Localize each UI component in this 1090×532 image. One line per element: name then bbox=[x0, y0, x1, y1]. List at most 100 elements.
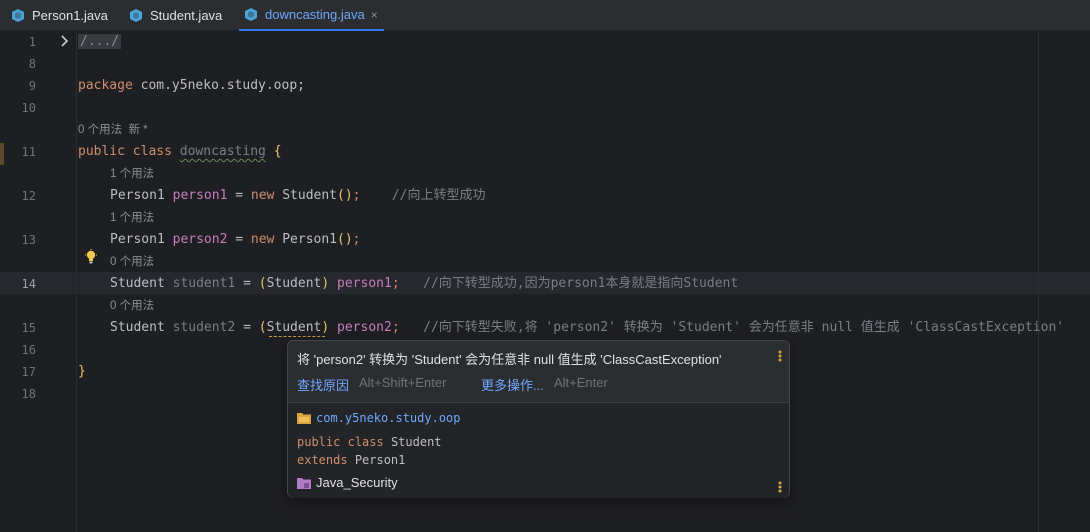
more-actions-shortcut: Alt+Enter bbox=[554, 375, 608, 390]
line-number: 9 bbox=[28, 79, 36, 93]
class-name: Student bbox=[390, 435, 442, 449]
right-margin-guide bbox=[1038, 31, 1039, 532]
popup-documentation: com.y5neko.study.oop public class Studen… bbox=[288, 402, 789, 498]
kebab-icon bbox=[778, 481, 782, 493]
tab-label: downcasting.java bbox=[265, 7, 365, 22]
line-number: 10 bbox=[21, 101, 36, 115]
package-folder-icon bbox=[297, 413, 311, 424]
brace: { bbox=[273, 144, 282, 159]
line-number: 1 bbox=[28, 35, 36, 49]
tab-person1-java[interactable]: Person1.java bbox=[0, 0, 118, 31]
cast-type: Student bbox=[266, 276, 322, 291]
java-file-icon bbox=[130, 9, 142, 22]
comment: //向下转型成功,因为person1本身就是指向Student bbox=[423, 276, 739, 291]
find-cause-link[interactable]: 查找原因 bbox=[297, 375, 349, 394]
variable-name: person1 bbox=[172, 188, 228, 203]
tab-downcasting-java[interactable]: downcasting.java × bbox=[239, 0, 384, 31]
chevron-right-icon bbox=[61, 35, 69, 47]
operator: = bbox=[227, 232, 251, 247]
usage-hint[interactable]: 0 个用法 新 * bbox=[78, 119, 148, 141]
type-name: Student bbox=[110, 276, 165, 291]
tab-label: Student.java bbox=[150, 8, 223, 23]
line-number: 8 bbox=[28, 57, 36, 71]
semicolon: ; bbox=[391, 276, 400, 291]
usage-hint[interactable]: 1 个用法 bbox=[110, 163, 154, 185]
code-line-9[interactable]: package com.y5neko.study.oop; bbox=[78, 75, 305, 97]
tab-label: Person1.java bbox=[32, 8, 108, 23]
line-number: 11 bbox=[21, 145, 36, 159]
comment: //向下转型失败,将 'person2' 转换为 'Student' 会为任意非… bbox=[423, 320, 1065, 335]
class-declaration: public class Student bbox=[297, 435, 442, 449]
variable-name: student2 bbox=[172, 320, 236, 335]
module-folder-icon bbox=[297, 477, 311, 489]
variable-name: student1 bbox=[172, 276, 236, 291]
project-row: Java_Security bbox=[297, 475, 398, 490]
type-name: Student bbox=[110, 320, 165, 335]
popup-header: 将 'person2' 转换为 'Student' 会为任意非 null 值生成… bbox=[288, 341, 789, 402]
keyword: public bbox=[78, 144, 125, 159]
semicolon: ; bbox=[391, 320, 400, 335]
line-number: 12 bbox=[21, 189, 36, 203]
semicolon: ; bbox=[352, 188, 361, 203]
java-file-icon bbox=[12, 9, 24, 22]
keyword: public bbox=[297, 435, 341, 449]
operator: = bbox=[227, 188, 251, 203]
operator: = bbox=[235, 320, 259, 335]
code-line-15[interactable]: Student student2 = (Student) person2; //… bbox=[110, 317, 1064, 339]
project-name: Java_Security bbox=[316, 475, 398, 490]
code-line-11[interactable]: public class downcasting { bbox=[78, 141, 282, 163]
java-file-icon bbox=[245, 8, 257, 21]
semicolon: ; bbox=[352, 232, 361, 247]
code-line-17[interactable]: } bbox=[78, 361, 86, 383]
parens: ( bbox=[258, 320, 267, 335]
superclass-name: Person1 bbox=[354, 453, 406, 467]
editor-tab-bar: Person1.java Student.java downcasting.ja… bbox=[0, 0, 1090, 31]
keyword: new bbox=[250, 188, 275, 203]
usage-hint[interactable]: 1 个用法 bbox=[110, 207, 154, 229]
warning-message: 将 'person2' 转换为 'Student' 会为任意非 null 值生成… bbox=[297, 352, 722, 367]
package-row[interactable]: com.y5neko.study.oop bbox=[297, 411, 461, 425]
brace: } bbox=[78, 364, 86, 379]
code-line-1[interactable]: /.../ bbox=[78, 31, 122, 53]
type-name: Person1 bbox=[110, 232, 165, 247]
type-name: Person1 bbox=[110, 188, 165, 203]
constructor: Student bbox=[274, 188, 338, 203]
parens: ( bbox=[258, 276, 267, 291]
variable-name: person1 bbox=[337, 276, 392, 291]
parens: () bbox=[337, 188, 353, 203]
warning-underline bbox=[269, 335, 325, 337]
parens: ) bbox=[321, 320, 330, 335]
usage-hint[interactable]: 0 个用法 bbox=[110, 295, 154, 317]
line-number: 16 bbox=[21, 343, 36, 357]
keyword: extends bbox=[297, 453, 348, 467]
line-number: 18 bbox=[21, 387, 36, 401]
variable-name: person2 bbox=[337, 320, 392, 335]
variable-name: person2 bbox=[172, 232, 228, 247]
fold-expand-icon[interactable] bbox=[60, 35, 74, 49]
usage-hint[interactable]: 0 个用法 bbox=[110, 251, 154, 273]
line-number: 15 bbox=[21, 321, 36, 335]
tab-student-java[interactable]: Student.java bbox=[118, 0, 239, 31]
keyword: class bbox=[347, 435, 384, 449]
doc-options-icon[interactable] bbox=[777, 481, 783, 495]
constructor: Person1 bbox=[274, 232, 338, 247]
package-name[interactable]: com.y5neko.study.oop bbox=[316, 411, 461, 425]
more-actions-link[interactable]: 更多操作... bbox=[481, 375, 544, 394]
line-number: 17 bbox=[21, 365, 36, 379]
comment: //向上转型成功 bbox=[391, 188, 486, 203]
inspection-popup[interactable]: 将 'person2' 转换为 'Student' 会为任意非 null 值生成… bbox=[287, 340, 790, 498]
line-number: 13 bbox=[21, 233, 36, 247]
close-tab-icon[interactable]: × bbox=[371, 8, 378, 22]
keyword: class bbox=[132, 144, 172, 159]
line-number: 14 bbox=[21, 277, 36, 291]
package-name: com.y5neko.study.oop; bbox=[132, 78, 305, 93]
code-line-12[interactable]: Person1 person1 = new Student(); //向上转型成… bbox=[110, 185, 485, 207]
lightbulb-icon[interactable] bbox=[84, 249, 98, 265]
code-line-13[interactable]: Person1 person2 = new Person1(); bbox=[110, 229, 361, 251]
code-line-14[interactable]: Student student1 = (Student) person1; //… bbox=[110, 273, 738, 295]
find-cause-shortcut: Alt+Shift+Enter bbox=[359, 375, 447, 390]
cast-type: Student bbox=[266, 320, 322, 335]
kebab-icon bbox=[778, 350, 782, 362]
folded-imports[interactable]: /.../ bbox=[78, 34, 122, 49]
more-options-icon[interactable] bbox=[777, 350, 783, 364]
